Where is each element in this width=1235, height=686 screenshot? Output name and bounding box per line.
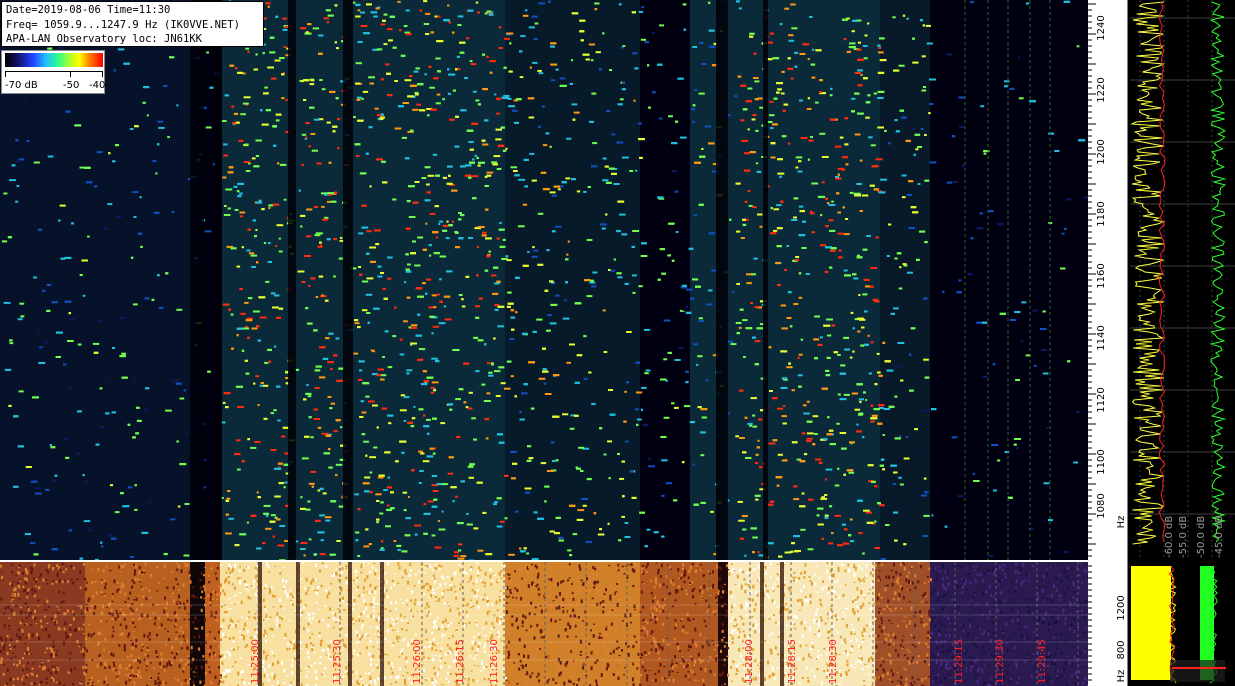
time-label: 11:28:00 <box>744 639 755 684</box>
strip-band <box>875 562 930 686</box>
waterfall-gap <box>763 0 768 560</box>
lower-axis-label: 800 <box>1116 640 1127 659</box>
waterfall-gap <box>288 0 296 560</box>
observatory-text: APA-LAN Observatory loc: JN61KK <box>6 33 202 45</box>
lower-spectrum-fill <box>1131 566 1171 680</box>
strip-dark-line <box>760 562 764 686</box>
time-label: 11:29:30 <box>995 639 1006 684</box>
strip-divider <box>0 560 1088 562</box>
legend-label-min: -70 dB <box>5 80 38 91</box>
waterfall-spectrogram <box>0 0 1089 562</box>
db-scale-label: -55.0 dB <box>1178 516 1189 558</box>
time-label: 11:26:30 <box>489 639 500 684</box>
spectrum-side-panel: 1240 1220 1200 1180 1160 1140 1120 1100 1080 Hz 12… <box>1088 0 1235 686</box>
frequency-axis-label: 1080 <box>1096 493 1107 518</box>
color-scale-axis: -70 dB -50 -40 <box>5 71 106 94</box>
color-scale-legend: -70 dB -50 -40 <box>1 50 105 94</box>
db-scale-label: -45.0 dB <box>1214 516 1225 558</box>
waterfall-gap <box>215 0 222 560</box>
frequency-axis-label: 1240 <box>1096 15 1107 40</box>
strip-dark-line <box>348 562 352 686</box>
time-label: 11:29:45 <box>1037 639 1048 684</box>
color-scale-bar <box>5 53 103 67</box>
waterfall-gap <box>716 0 728 560</box>
strip-band <box>205 562 220 686</box>
lower-axis-column <box>1088 562 1128 686</box>
frequency-axis-label: 1120 <box>1096 387 1107 412</box>
legend-label-max: -40 <box>89 80 106 91</box>
waterfall-gap <box>343 0 353 560</box>
time-label: 11:25:30 <box>332 639 343 684</box>
db-scale-label: -60.0 dB <box>1164 516 1175 558</box>
info-header: Date=2019-08-06 Time=11:30 Freq= 1059.9.… <box>1 1 264 47</box>
frequency-axis-label: 1200 <box>1096 139 1107 164</box>
time-label: 11:28:30 <box>828 639 839 684</box>
date-time-text: Date=2019-08-06 Time=11:30 <box>6 4 171 16</box>
spectrogram-window: 11:25:00 11:25:30 11:26:00 11:26:15 11:26:30… <box>0 0 1235 686</box>
frequency-axis-label: 1100 <box>1096 449 1107 474</box>
strip-dark-line <box>780 562 784 686</box>
lower-unit-label: Hz <box>1116 670 1127 683</box>
waterfall-band <box>880 0 930 560</box>
legend-label-mid: -50 <box>63 80 80 91</box>
frequency-unit-label: Hz <box>1116 516 1127 529</box>
frequency-axis-label: 1220 <box>1096 77 1107 102</box>
db-scale-label: -50.0 dB <box>1196 516 1207 558</box>
time-label: 11:28:15 <box>787 639 798 684</box>
frequency-axis-label: 1160 <box>1096 263 1107 288</box>
waterfall-gap <box>190 0 204 560</box>
spectrogram-canvas: 11:25:00 11:25:30 11:26:00 11:26:15 11:26:30… <box>0 0 1235 686</box>
strip-band <box>505 562 640 686</box>
time-label: 11:26:00 <box>412 639 423 684</box>
wideband-spectrogram-strip <box>0 560 1090 686</box>
frequency-axis-label: 1140 <box>1096 325 1107 350</box>
time-label: 11:29:15 <box>954 639 965 684</box>
frequency-axis-column <box>1088 0 1128 562</box>
frequency-axis-label: 1180 <box>1096 201 1107 226</box>
time-label: 11:26:15 <box>455 639 466 684</box>
lower-marker-area <box>1170 660 1225 682</box>
waterfall-band <box>222 0 505 560</box>
time-label: 11:25:00 <box>250 639 261 684</box>
lower-axis-label: 1200 <box>1116 595 1127 620</box>
frequency-range-text: Freq= 1059.9...1247.9 Hz (IK0VVE.NET) <box>6 18 240 31</box>
